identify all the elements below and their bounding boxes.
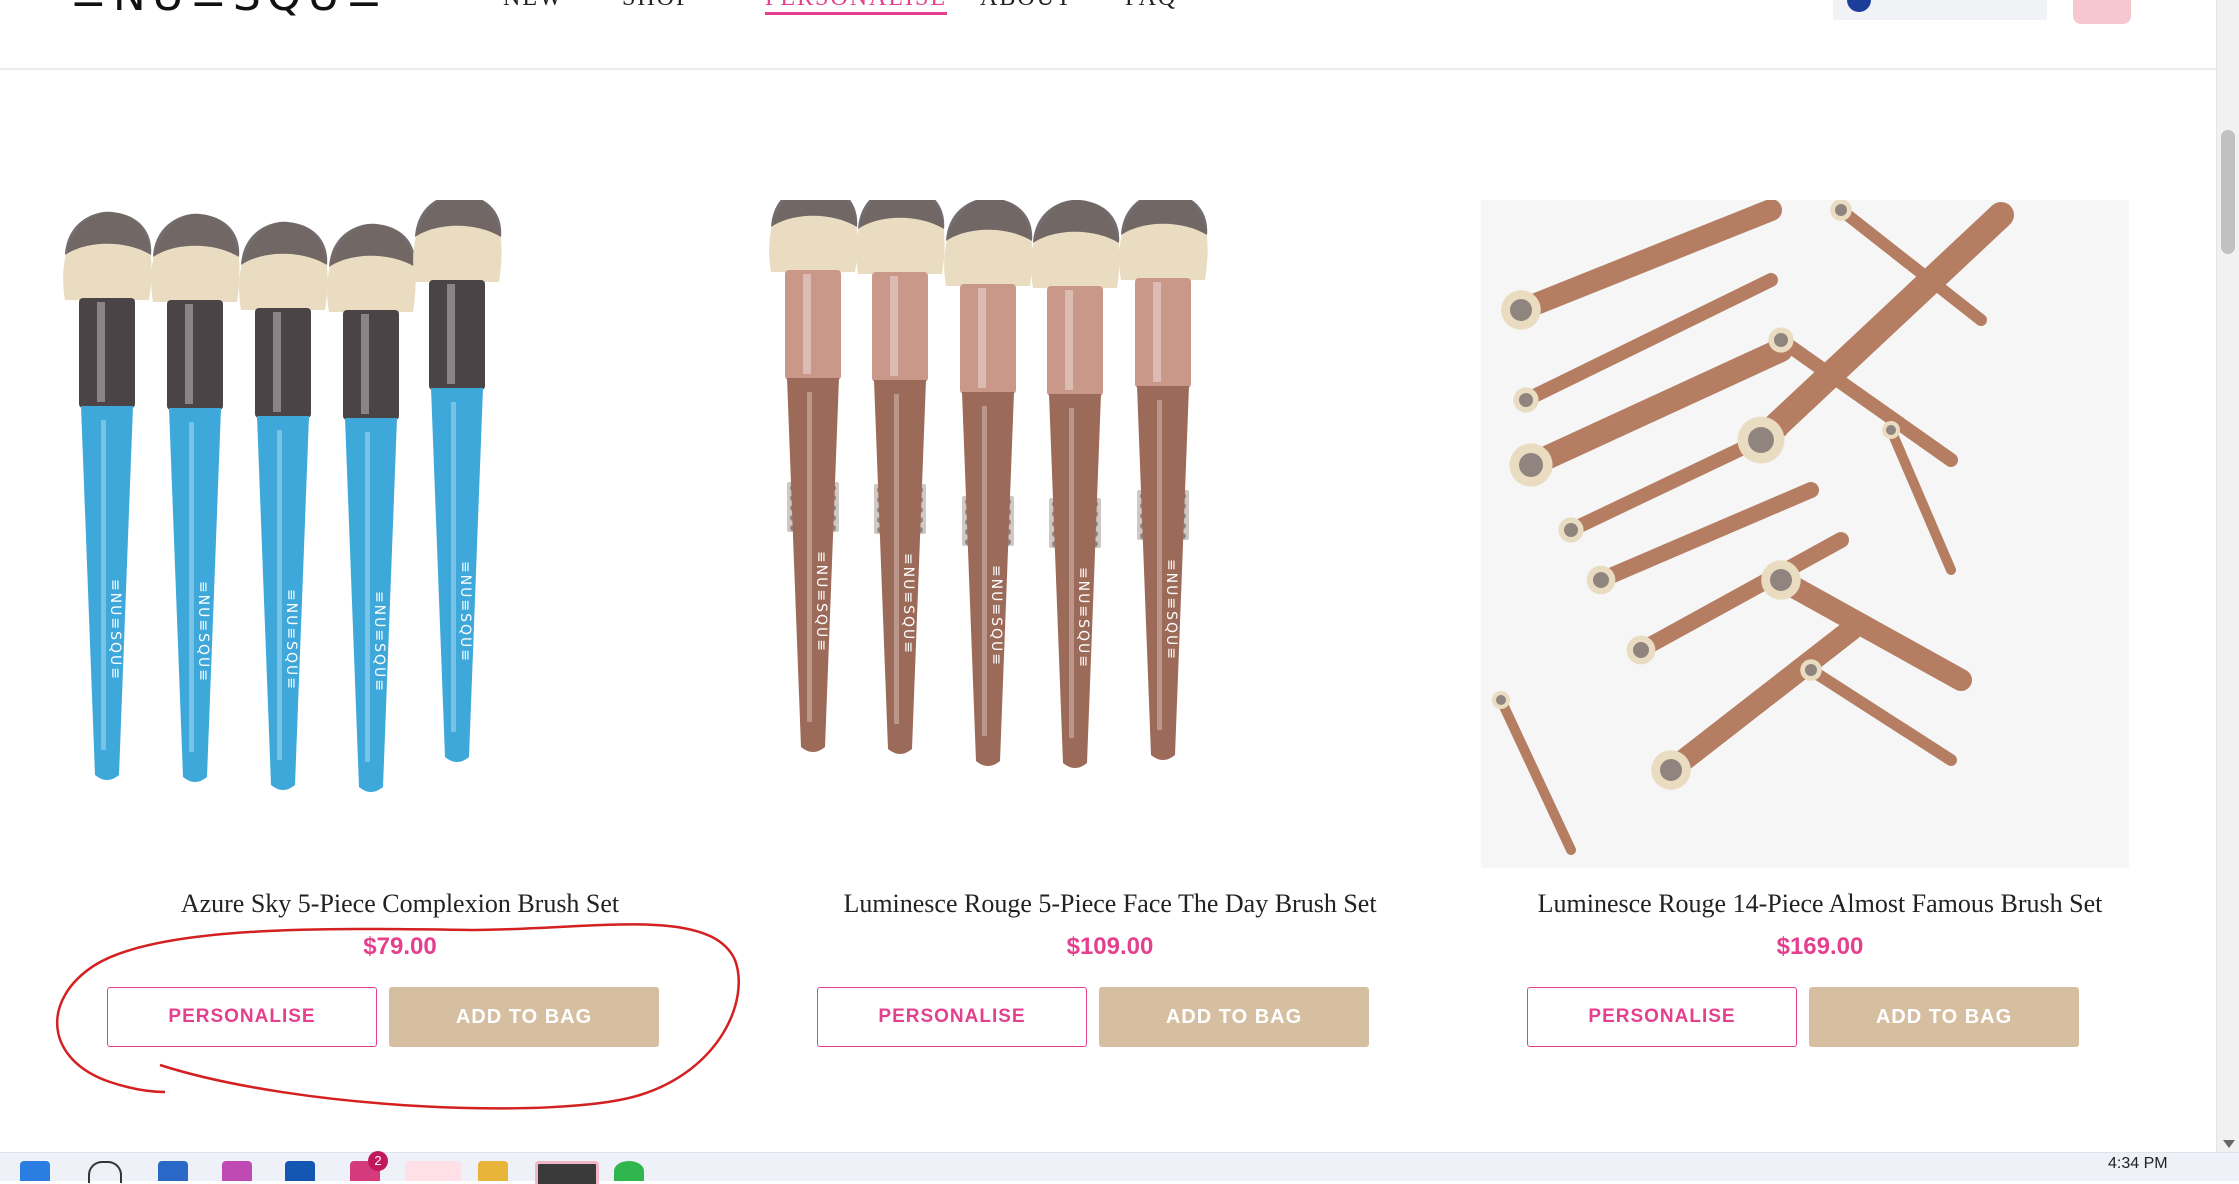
product-price: $79.00 [363, 933, 437, 960]
product-card: Luminesce Rouge 14-Piece Almost Famous B… [1465, 200, 2175, 1060]
svg-text:≡NU≡SQU≡: ≡NU≡SQU≡ [107, 579, 123, 681]
product-title[interactable]: Luminesce Rouge 14-Piece Almost Famous B… [1465, 888, 2175, 920]
windows-start-icon[interactable] [20, 1161, 50, 1181]
personalise-button[interactable]: PERSONALISE [107, 987, 377, 1047]
brush-icon: ≡NU≡SQU≡ [63, 211, 152, 780]
nav-item-shop[interactable]: SHOP [622, 0, 691, 10]
language-selector[interactable] [1833, 0, 2047, 20]
flag-icon [1847, 0, 1871, 12]
product-image-brush-set[interactable] [1465, 200, 2129, 868]
teams-icon[interactable] [222, 1161, 252, 1181]
personalise-button[interactable]: PERSONALISE [817, 987, 1087, 1047]
add-to-bag-button[interactable]: ADD TO BAG [1809, 987, 2079, 1047]
brush-icon: ≡NU≡SQU≡ [856, 200, 945, 754]
nav-item-new[interactable]: NEW [503, 0, 564, 10]
brush-icon: ≡NU≡SQU≡ [413, 200, 502, 762]
brush-icon: ≡NU≡SQU≡ [151, 213, 240, 782]
svg-text:≡NU≡SQU≡: ≡NU≡SQU≡ [1075, 567, 1091, 669]
scrollbar-thumb[interactable] [2221, 130, 2235, 254]
svg-text:≡NU≡SQU≡: ≡NU≡SQU≡ [195, 581, 211, 683]
svg-text:≡NU≡SQU≡: ≡NU≡SQU≡ [988, 565, 1004, 667]
svg-text:≡NU≡SQU≡: ≡NU≡SQU≡ [813, 551, 829, 653]
system-clock[interactable]: 4:34 PM [2108, 1155, 2168, 1173]
brush-icon: ≡NU≡SQU≡ [944, 200, 1033, 766]
active-app-icon[interactable] [535, 1161, 599, 1184]
brand-logo[interactable]: ≡NU≡SQU≡ [70, 0, 389, 18]
product-price: $169.00 [1776, 933, 1864, 960]
file-explorer-icon[interactable] [478, 1161, 508, 1181]
product-card: ≡NU≡SQU≡ ≡NU≡SQU≡ ≡NU≡SQU≡ ≡NU≡SQU≡ ≡NU≡SQU≡… [45, 200, 755, 1060]
apps-grid-icon[interactable] [405, 1161, 461, 1181]
svg-text:≡NU≡SQU≡: ≡NU≡SQU≡ [1163, 559, 1179, 661]
scroll-down-arrow-icon[interactable] [2223, 1140, 2235, 1148]
nav-item-faq[interactable]: FAQ [1125, 0, 1177, 10]
edge-icon[interactable] [285, 1161, 315, 1181]
site-header: ≡NU≡SQU≡ NEW SHOP PERSONALISE ABOUT FAQ [0, 0, 2216, 70]
spotify-icon[interactable] [614, 1161, 644, 1181]
os-taskbar: 2 4:34 PM [0, 1151, 2239, 1184]
nav-item-personalise[interactable]: PERSONALISE [765, 0, 948, 15]
product-price: $109.00 [1066, 933, 1154, 960]
personalise-button[interactable]: PERSONALISE [1527, 987, 1797, 1047]
notification-badge: 2 [368, 1151, 388, 1171]
svg-text:≡NU≡SQU≡: ≡NU≡SQU≡ [371, 591, 387, 693]
product-card: ≡NU≡SQU≡ ≡NU≡SQU≡ ≡NU≡SQU≡ ≡NU≡SQU≡ ≡NU≡SQU≡… [755, 200, 1465, 1060]
svg-text:≡NU≡SQU≡: ≡NU≡SQU≡ [283, 589, 299, 691]
brush-icon: ≡NU≡SQU≡ [239, 221, 328, 790]
svg-text:≡NU≡SQU≡: ≡NU≡SQU≡ [457, 561, 473, 663]
brush-icon: ≡NU≡SQU≡ [327, 223, 416, 792]
product-image-brush-set[interactable]: ≡NU≡SQU≡ ≡NU≡SQU≡ ≡NU≡SQU≡ ≡NU≡SQU≡ ≡NU≡SQU≡ [45, 200, 709, 868]
page-scrollbar[interactable] [2216, 0, 2239, 1152]
shopping-bag-button[interactable] [2073, 0, 2131, 24]
add-to-bag-button[interactable]: ADD TO BAG [389, 987, 659, 1047]
task-view-icon[interactable] [158, 1161, 188, 1181]
add-to-bag-button[interactable]: ADD TO BAG [1099, 987, 1369, 1047]
svg-text:≡NU≡SQU≡: ≡NU≡SQU≡ [900, 553, 916, 655]
product-title[interactable]: Luminesce Rouge 5-Piece Face The Day Bru… [755, 888, 1465, 920]
brush-icon: ≡NU≡SQU≡ [1031, 200, 1120, 768]
nav-item-about[interactable]: ABOUT [980, 0, 1073, 10]
brush-icon: ≡NU≡SQU≡ [769, 200, 858, 752]
brush-icon: ≡NU≡SQU≡ [1119, 200, 1208, 760]
product-image-brush-set[interactable]: ≡NU≡SQU≡ ≡NU≡SQU≡ ≡NU≡SQU≡ ≡NU≡SQU≡ ≡NU≡SQU≡ [755, 200, 1419, 868]
product-title[interactable]: Azure Sky 5-Piece Complexion Brush Set [45, 888, 755, 920]
